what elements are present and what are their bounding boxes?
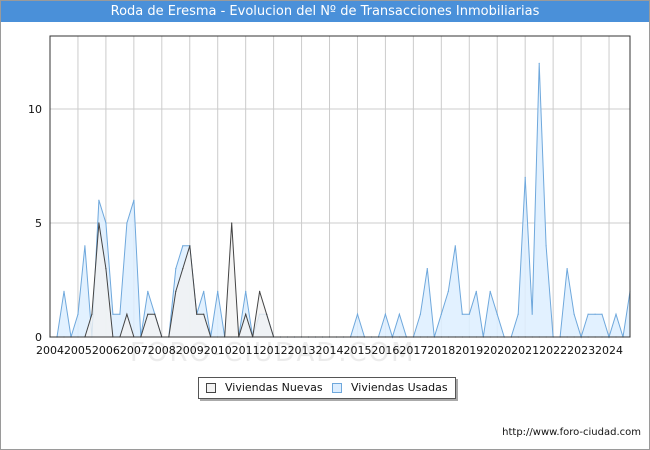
series-layer bbox=[49, 62, 631, 339]
series-usadas-point bbox=[587, 313, 589, 315]
series-usadas-point bbox=[384, 313, 386, 315]
x-tick-label: 2009 bbox=[176, 344, 204, 357]
series-usadas-point bbox=[594, 313, 596, 315]
series-nuevas-point bbox=[203, 313, 205, 315]
x-tick-label: 2018 bbox=[427, 344, 455, 357]
series-nuevas-point bbox=[196, 313, 198, 315]
series-nuevas-point bbox=[91, 313, 93, 315]
series-usadas-point bbox=[538, 62, 540, 64]
series-usadas-point bbox=[217, 290, 219, 292]
series-usadas-point bbox=[524, 176, 526, 178]
series-usadas-point bbox=[112, 313, 114, 315]
series-usadas-point bbox=[84, 245, 86, 247]
series-usadas-area bbox=[50, 63, 630, 338]
series-nuevas-point bbox=[154, 313, 156, 315]
series-nuevas-point bbox=[259, 290, 261, 292]
series-nuevas-point bbox=[175, 290, 177, 292]
legend-label-usadas: Viviendas Usadas bbox=[351, 381, 448, 394]
series-nuevas-point bbox=[105, 268, 107, 270]
series-usadas-point bbox=[245, 290, 247, 292]
series-usadas-point bbox=[566, 268, 568, 270]
series-usadas-point bbox=[496, 313, 498, 315]
legend: Viviendas Nuevas Viviendas Usadas bbox=[198, 377, 456, 399]
x-tick-label: 2014 bbox=[316, 344, 344, 357]
series-usadas-point bbox=[175, 268, 177, 270]
x-tick-label: 2012 bbox=[260, 344, 288, 357]
x-tick-label: 2005 bbox=[64, 344, 92, 357]
series-usadas-point bbox=[63, 290, 65, 292]
x-tick-label: 2004 bbox=[36, 344, 64, 357]
x-tick-label: 2019 bbox=[455, 344, 483, 357]
series-usadas-point bbox=[398, 313, 400, 315]
series-usadas-point bbox=[419, 313, 421, 315]
x-tick-label: 2015 bbox=[343, 344, 371, 357]
series-nuevas-point bbox=[126, 313, 128, 315]
series-usadas-point bbox=[489, 290, 491, 292]
y-tick-label: 0 bbox=[35, 331, 42, 344]
series-usadas-point bbox=[356, 313, 359, 315]
series-usadas-point bbox=[461, 313, 463, 315]
legend-swatch-usadas bbox=[332, 383, 342, 393]
x-tick-label: 2017 bbox=[399, 344, 427, 357]
series-usadas-point bbox=[447, 290, 449, 292]
series-usadas-point bbox=[454, 245, 456, 247]
x-tick-label: 2021 bbox=[511, 344, 539, 357]
series-usadas-point bbox=[203, 290, 205, 292]
x-tick-label: 2008 bbox=[148, 344, 176, 357]
series-usadas-point bbox=[468, 313, 470, 315]
series-usadas-point bbox=[531, 313, 533, 315]
series-usadas-point bbox=[98, 199, 100, 201]
series-usadas-point bbox=[517, 313, 519, 315]
series-usadas-point bbox=[601, 313, 603, 315]
x-tick-label: 2010 bbox=[204, 344, 232, 357]
series-nuevas-point bbox=[231, 222, 233, 224]
x-axis-ticks: 2004 2005 2006 2007 2008 2009 2010 2011 2012 2013… bbox=[36, 344, 623, 357]
series-usadas-point bbox=[573, 313, 575, 315]
series-usadas-point bbox=[119, 313, 121, 315]
series-usadas-point bbox=[133, 199, 135, 201]
x-tick-label: 2016 bbox=[371, 344, 399, 357]
series-usadas-point bbox=[426, 268, 428, 270]
series-usadas-point bbox=[182, 245, 184, 247]
series-usadas-point bbox=[545, 245, 547, 247]
x-tick-label: 2024 bbox=[595, 344, 623, 357]
series-nuevas-point bbox=[266, 313, 268, 315]
series-usadas-point bbox=[105, 222, 107, 224]
x-tick-label: 2013 bbox=[288, 344, 316, 357]
series-usadas-point bbox=[615, 313, 617, 315]
series-usadas-point bbox=[126, 222, 128, 224]
series-nuevas-point bbox=[147, 313, 149, 315]
legend-swatch-nuevas bbox=[206, 383, 216, 393]
series-usadas-point bbox=[475, 290, 477, 292]
x-tick-label: 2022 bbox=[539, 344, 567, 357]
x-tick-label: 2006 bbox=[92, 344, 120, 357]
series-usadas-point bbox=[77, 313, 79, 315]
series-nuevas-point bbox=[182, 268, 184, 270]
x-tick-label: 2020 bbox=[483, 344, 511, 357]
y-tick-label: 5 bbox=[35, 217, 42, 230]
series-usadas-point bbox=[440, 313, 442, 315]
x-tick-label: 2007 bbox=[120, 344, 148, 357]
x-tick-label: 2023 bbox=[567, 344, 595, 357]
x-tick-label: 2011 bbox=[232, 344, 260, 357]
series-nuevas-point bbox=[245, 313, 247, 315]
source-link[interactable]: http://www.foro-ciudad.com bbox=[502, 427, 641, 438]
series-usadas-point bbox=[147, 290, 149, 292]
series-nuevas-point bbox=[98, 222, 100, 224]
y-tick-label: 10 bbox=[28, 103, 42, 116]
series-nuevas-point bbox=[189, 245, 191, 247]
legend-label-nuevas: Viviendas Nuevas bbox=[225, 381, 323, 394]
y-axis-ticks: 0 5 10 bbox=[28, 103, 42, 344]
